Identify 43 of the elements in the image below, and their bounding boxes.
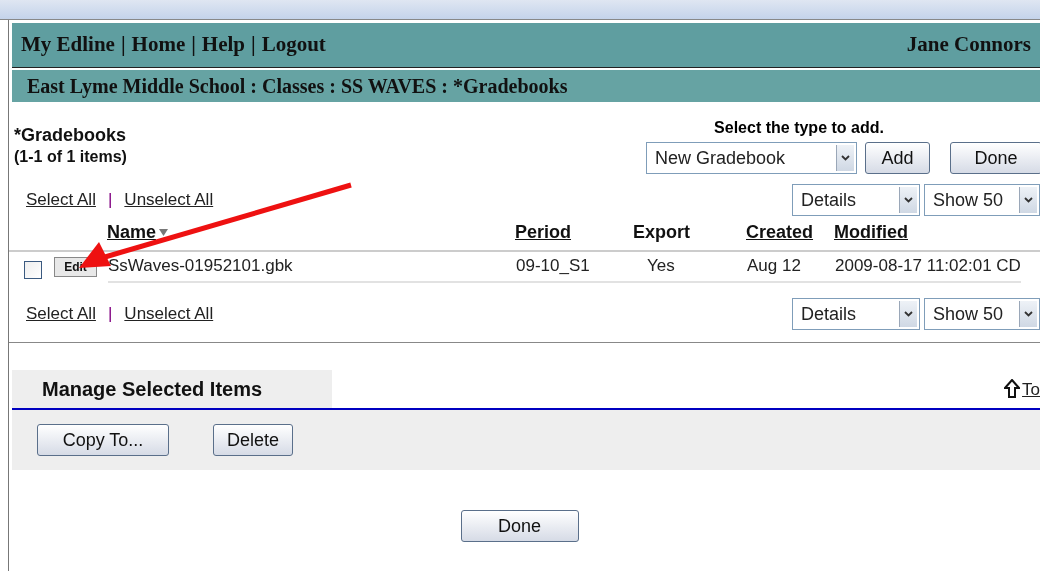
add-button[interactable]: Add: [865, 142, 930, 174]
breadcrumb: East Lyme Middle School : Classes : SS WAVES : *Gradebooks: [27, 74, 568, 100]
unselect-all-link[interactable]: Unselect All: [124, 301, 214, 327]
column-header[interactable]: Period: [515, 219, 571, 246]
page-title: *Gradebooks: [14, 124, 127, 146]
section-title: Manage Selected Items: [42, 377, 263, 402]
column-header[interactable]: Modified: [834, 219, 908, 246]
nav-separator: |: [191, 31, 196, 59]
link-separator: |: [107, 189, 113, 212]
row-checkbox[interactable]: [24, 261, 42, 279]
table-cell-text: Yes: [646, 255, 676, 278]
top-link[interactable]: To: [1022, 376, 1040, 402]
nav-link[interactable]: Logout: [261, 29, 326, 61]
nav-separator: |: [120, 31, 126, 59]
add-type-label: Select the type to add.: [714, 118, 884, 138]
column-header[interactable]: Name: [107, 219, 157, 246]
table-cell-text: 09-10_S1: [516, 255, 591, 278]
delete-button[interactable]: Delete: [213, 424, 293, 456]
done-button[interactable]: Done: [950, 142, 1040, 174]
column-header[interactable]: Created: [746, 219, 814, 246]
nav-link[interactable]: My Edline: [21, 29, 115, 61]
view-dropdown[interactable]: Details: [792, 184, 920, 216]
type-dropdown[interactable]: New Gradebook: [646, 142, 857, 174]
unselect-all-link[interactable]: Unselect All: [124, 187, 214, 213]
page-size-dropdown[interactable]: Show 50: [924, 298, 1040, 330]
select-all-link[interactable]: Select All: [26, 301, 96, 327]
table-cell-text: 2009-08-17 11:02:01 CD: [835, 255, 1021, 278]
sort-arrow-icon: [159, 229, 169, 236]
table-cell-text: SsWaves-01952101.gbk: [108, 255, 294, 278]
page-size-dropdown[interactable]: Show 50: [924, 184, 1040, 216]
nav-link[interactable]: Home: [131, 29, 186, 61]
table-cell-text: Aug 12: [747, 255, 802, 278]
nav-link[interactable]: Help: [201, 29, 245, 61]
select-all-link[interactable]: Select All: [26, 187, 96, 213]
nav-separator: |: [251, 31, 256, 59]
user-name: Jane Connors: [906, 31, 1031, 59]
copy-to-button[interactable]: Copy To...: [37, 424, 169, 456]
up-arrow-icon: [1004, 379, 1021, 400]
item-count: (1-1 of 1 items): [14, 147, 127, 167]
done-button[interactable]: Done: [460, 510, 579, 542]
column-header[interactable]: Export: [633, 219, 690, 246]
link-separator: |: [107, 303, 113, 326]
view-dropdown[interactable]: Details: [792, 298, 920, 330]
